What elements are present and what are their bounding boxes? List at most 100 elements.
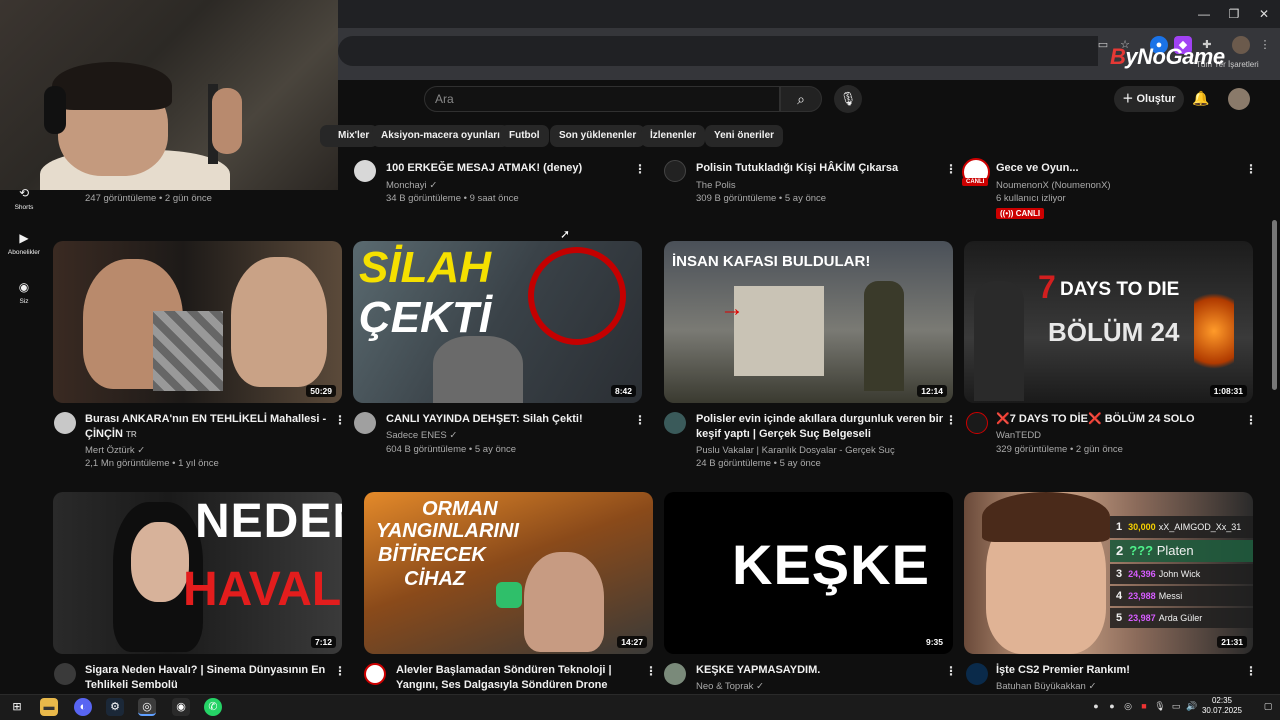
video-title[interactable]: Polisin Tutukladığı Kişi HÂKİM Çıkarsa <box>696 161 946 176</box>
account-avatar[interactable] <box>1228 88 1250 110</box>
chip-mixes[interactable]: Mix'ler <box>320 125 379 147</box>
create-button[interactable]: ＋ Oluştur <box>1114 86 1184 112</box>
subscriptions-icon: ▶ <box>19 231 29 245</box>
minimize-icon[interactable]: — <box>1196 6 1212 22</box>
notification-center-icon[interactable]: ▢ <box>1262 700 1274 712</box>
chip-recently-uploaded[interactable]: Son yüklenenler <box>550 125 646 147</box>
sidebar-item-shorts[interactable]: ⟲ Shorts <box>4 186 44 211</box>
tray-icon[interactable]: ■ <box>1138 700 1150 712</box>
microphone-icon[interactable]: 🎙 <box>834 85 862 113</box>
more-options-icon[interactable]: ⋮ <box>1245 664 1257 678</box>
network-icon[interactable]: ▭ <box>1170 700 1182 712</box>
webcam-overlay <box>0 0 338 190</box>
video-duration: 50:29 <box>306 385 336 397</box>
channel-avatar[interactable] <box>664 160 686 182</box>
channel-avatar[interactable] <box>364 663 386 685</box>
video-title[interactable]: Gece ve Oyun... <box>996 161 1246 176</box>
video-duration: 14:27 <box>617 636 647 648</box>
more-options-icon[interactable]: ⋮ <box>645 664 657 678</box>
video-thumbnail[interactable]: 50:29 <box>53 241 342 403</box>
search-icon[interactable]: ⌕ <box>780 86 822 112</box>
viewer-count: 6 kullanıcı izliyor <box>996 193 1066 204</box>
channel-avatar[interactable] <box>54 663 76 685</box>
chip-football[interactable]: Futbol <box>500 125 549 147</box>
channel-avatar[interactable] <box>354 160 376 182</box>
taskbar-clock[interactable]: 02:35 30.07.2025 <box>1200 696 1244 716</box>
video-duration: 1:08:31 <box>1209 385 1247 397</box>
address-bar[interactable] <box>338 36 1098 66</box>
whatsapp-icon[interactable]: ✆ <box>204 698 222 716</box>
video-thumbnail[interactable]: SİLAH ÇEKTİ 8:42 <box>353 241 642 403</box>
verified-icon: ✓ <box>756 681 764 692</box>
video-thumbnail[interactable]: 7 DAYS TO DIE BÖLÜM 24 1:08:31 <box>964 241 1253 403</box>
channel-name[interactable]: Batuhan Büyükakkan ✓ <box>996 681 1096 692</box>
tray-icon[interactable]: ● <box>1106 700 1118 712</box>
channel-name[interactable]: Sadece ENES ✓ <box>386 430 457 441</box>
channel-avatar[interactable] <box>966 412 988 434</box>
search-input[interactable]: Ara <box>424 86 780 112</box>
channel-name[interactable]: Monchayi ✓ <box>386 180 437 191</box>
channel-avatar[interactable] <box>664 663 686 685</box>
more-options-icon[interactable]: ⋮ <box>334 413 346 427</box>
more-options-icon[interactable]: ⋮ <box>634 162 646 176</box>
chip-watched[interactable]: İzlenenler <box>641 125 706 147</box>
video-duration: 9:35 <box>921 636 947 648</box>
channel-name[interactable]: Puslu Vakalar | Karanlık Dosyalar - Gerç… <box>696 445 895 456</box>
channel-name[interactable]: The Polis <box>696 180 736 191</box>
channel-name[interactable]: Mert Öztürk ✓ <box>85 445 145 456</box>
video-thumbnail[interactable]: KEŞKE 9:35 <box>664 492 953 654</box>
video-thumbnail[interactable]: NEDEN HAVALI? 7:12 <box>53 492 342 654</box>
obs-icon[interactable]: ◉ <box>172 698 190 716</box>
volume-icon[interactable]: 🔊 <box>1186 700 1198 712</box>
video-title[interactable]: Polisler evin içinde akıllara durgunluk … <box>696 412 946 442</box>
chip-new-recommendations[interactable]: Yeni öneriler <box>705 125 784 147</box>
sidebar-item-subscriptions[interactable]: ▶ Abonelikler <box>4 231 44 256</box>
live-icon: ((•)) <box>1000 209 1016 218</box>
more-options-icon[interactable]: ⋮ <box>1245 413 1257 427</box>
more-options-icon[interactable]: ⋮ <box>945 664 957 678</box>
profile-avatar[interactable] <box>1232 36 1250 54</box>
video-duration: 8:42 <box>610 385 636 397</box>
you-icon: ◉ <box>18 280 30 294</box>
video-meta: 34 B görüntüleme • 9 saat önce <box>386 193 519 204</box>
notifications-bell-icon[interactable]: 🔔 <box>1192 90 1210 108</box>
video-title[interactable]: 100 ERKEĞE MESAJ ATMAK! (deney) <box>386 161 636 176</box>
video-title[interactable]: CANLI YAYINDA DEHŞET: Silah Çekti! <box>386 412 636 427</box>
close-icon[interactable]: ✕ <box>1256 6 1272 22</box>
channel-avatar[interactable] <box>54 412 76 434</box>
more-options-icon[interactable]: ⋮ <box>334 664 346 678</box>
video-title[interactable]: İşte CS2 Premier Rankım! <box>996 663 1246 678</box>
video-thumbnail[interactable]: ORMAN YANGINLARINI BİTİRECEK CİHAZ 14:27 <box>364 492 653 654</box>
channel-avatar[interactable] <box>354 412 376 434</box>
more-options-icon[interactable]: ⋮ <box>945 162 957 176</box>
channel-name[interactable]: WanTEDD <box>996 430 1041 441</box>
verified-icon: ✓ <box>429 180 438 191</box>
more-options-icon[interactable]: ⋮ <box>634 413 646 427</box>
avatar-live-badge: CANLI <box>962 178 989 186</box>
channel-name[interactable]: Neo & Toprak ✓ <box>696 681 764 692</box>
chip-action-adventure[interactable]: Aksiyon-macera oyunları <box>372 125 509 147</box>
chrome-icon[interactable]: ◎ <box>138 698 156 716</box>
discord-icon[interactable]: ◐ <box>74 698 92 716</box>
maximize-icon[interactable]: ❐ <box>1226 6 1242 22</box>
video-title[interactable]: ❌7 DAYS TO DİE❌ BÖLÜM 24 SOLO <box>996 412 1246 427</box>
more-options-icon[interactable]: ⋮ <box>1245 162 1257 176</box>
tray-icon[interactable]: ◎ <box>1122 700 1134 712</box>
file-explorer-icon[interactable]: ▬ <box>40 698 58 716</box>
video-title[interactable]: KEŞKE YAPMASAYDIM. <box>696 663 946 678</box>
channel-avatar[interactable] <box>664 412 686 434</box>
steam-icon[interactable]: ⚙ <box>106 698 124 716</box>
microphone-tray-icon[interactable]: 🎙 <box>1154 700 1166 712</box>
more-options-icon[interactable]: ⋮ <box>945 413 957 427</box>
channel-avatar[interactable] <box>966 663 988 685</box>
sidebar-item-you[interactable]: ◉ Siz <box>4 280 44 305</box>
windows-start-icon[interactable]: ⊞ <box>8 698 26 716</box>
tray-icon[interactable]: ● <box>1090 700 1102 712</box>
menu-dots-icon[interactable]: ⋮ <box>1256 36 1274 54</box>
channel-name[interactable]: NoumenonX (NoumenonX) <box>996 180 1111 191</box>
video-thumbnail[interactable]: 1 30,000 xX_AIMGOD_Xx_31 2??? Platen 3 24,… <box>964 492 1253 654</box>
video-thumbnail[interactable]: İNSAN KAFASI BULDULAR! → 12:14 <box>664 241 953 403</box>
page-scrollbar[interactable] <box>1272 220 1277 390</box>
video-title[interactable]: Sigara Neden Havalı? | Sinema Dünyasının… <box>85 663 335 693</box>
video-title[interactable]: Burası ANKARA'nın EN TEHLİKELİ Mahallesi… <box>85 412 335 442</box>
